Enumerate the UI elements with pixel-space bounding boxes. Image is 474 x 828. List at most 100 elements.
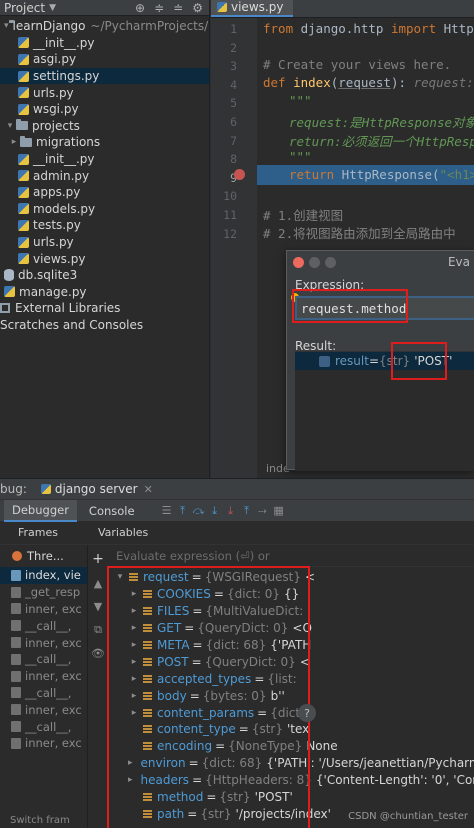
chevron-down-icon[interactable]: ▾ bbox=[4, 121, 16, 131]
variable-row[interactable]: ▾ request = {WSGIRequest} < bbox=[108, 569, 474, 586]
chevron-down-icon[interactable]: ▾ bbox=[114, 572, 126, 582]
tree-item[interactable]: db.sqlite3 bbox=[0, 267, 209, 284]
chevron-down-icon[interactable]: ▼ bbox=[49, 3, 56, 13]
frame-row[interactable]: __call__, bbox=[0, 718, 87, 735]
breakpoint-icon[interactable] bbox=[234, 169, 245, 180]
frame-row[interactable]: inner, exc bbox=[0, 601, 87, 618]
layout-icon[interactable]: ☰ bbox=[161, 504, 173, 517]
tree-item[interactable]: Scratches and Consoles bbox=[0, 317, 209, 334]
run-to-cursor-icon[interactable]: ⤑ bbox=[257, 504, 269, 517]
tree-item[interactable]: __init__.py bbox=[0, 151, 209, 168]
frame-row[interactable]: inner, exc bbox=[0, 701, 87, 718]
frame-row[interactable]: _get_resp bbox=[0, 584, 87, 601]
copy-icon[interactable]: ⧉ bbox=[94, 623, 102, 637]
step-into-my-code-icon[interactable]: ⤓ bbox=[225, 504, 237, 517]
line-gutter[interactable]: 1 2 3 4 5 6 7 8 9 10 11 12 bbox=[211, 18, 257, 478]
show-execution-point-icon[interactable]: ⤒ bbox=[177, 504, 189, 517]
chevron-right-icon[interactable]: ▸ bbox=[128, 640, 140, 650]
tree-item[interactable]: tests.py bbox=[0, 217, 209, 234]
tree-item[interactable]: ▾ projects bbox=[0, 118, 209, 135]
variable-row[interactable]: ▸ headers = {HttpHeaders: 8} {'Content-Lengt… bbox=[108, 772, 474, 789]
variable-row[interactable]: method = {str} 'POST' bbox=[108, 789, 474, 806]
tab-console[interactable]: Console bbox=[81, 500, 143, 522]
evaluate-icon[interactable]: ▦ bbox=[273, 504, 285, 517]
tab-views-py[interactable]: views.py bbox=[211, 0, 294, 17]
variable-row[interactable]: content_type = {str}'tex bbox=[108, 721, 474, 738]
variable-row[interactable]: ▸ environ = {dict: 68} {'PATH': '/Users/jean… bbox=[108, 755, 474, 772]
frame-row[interactable]: __call__, bbox=[0, 651, 87, 668]
help-icon[interactable]: ? bbox=[298, 704, 316, 722]
chevron-right-icon[interactable]: ▸ bbox=[128, 674, 140, 684]
tab-debugger[interactable]: Debugger bbox=[4, 499, 77, 522]
tree-item[interactable]: admin.py bbox=[0, 167, 209, 184]
frame-row[interactable]: inner, exc bbox=[0, 668, 87, 685]
tree-item[interactable]: ▸ migrations bbox=[0, 134, 209, 151]
tree-item[interactable]: urls.py bbox=[0, 84, 209, 101]
collapse-all-icon[interactable]: ≐ bbox=[173, 1, 183, 15]
variables-tree[interactable]: ▾ request = {WSGIRequest} < ▸ COOKIES = {dict: 0… bbox=[108, 567, 474, 822]
step-into-icon[interactable]: ⤓ bbox=[209, 504, 221, 517]
minimize-window-icon[interactable] bbox=[309, 256, 320, 268]
debug-session-tab[interactable]: django server ✕ bbox=[40, 482, 153, 496]
crosshair-icon[interactable]: ⊕ bbox=[135, 1, 145, 15]
chevron-right-icon[interactable]: ▸ bbox=[128, 708, 140, 718]
tree-item[interactable]: External Libraries bbox=[0, 300, 209, 317]
variable-row[interactable]: ▸ body = {bytes: 0} b'' bbox=[108, 687, 474, 704]
variable-row[interactable]: ▸ GET = {QueryDict: 0} <Q bbox=[108, 620, 474, 637]
frame-row[interactable]: index, vie bbox=[0, 567, 87, 584]
variable-row[interactable]: ▸ FILES = {MultiValueDict: bbox=[108, 603, 474, 620]
add-watch-icon[interactable]: + bbox=[92, 551, 104, 567]
tree-item[interactable]: settings.py bbox=[0, 67, 209, 85]
tree-item[interactable]: ▾learnDjango ~/PycharmProjects/learnD bbox=[0, 18, 209, 35]
variable-row[interactable]: encoding = {NoneType} None bbox=[108, 738, 474, 755]
chevron-right-icon[interactable]: ▸ bbox=[128, 758, 133, 768]
chevron-right-icon[interactable]: ▸ bbox=[128, 623, 140, 633]
tree-item[interactable]: urls.py bbox=[0, 234, 209, 251]
variable-row[interactable]: ▸ META = {dict: 68} {'PATH bbox=[108, 637, 474, 654]
chevron-right-icon[interactable]: ▸ bbox=[128, 775, 133, 785]
tree-item[interactable]: asgi.py bbox=[0, 51, 209, 68]
variable-value: < bbox=[305, 570, 316, 585]
chevron-right-icon[interactable]: ▸ bbox=[128, 691, 140, 701]
tree-item[interactable]: apps.py bbox=[0, 184, 209, 201]
tree-item[interactable]: __init__.py bbox=[0, 35, 209, 52]
frame-row[interactable]: inner, exc bbox=[0, 735, 87, 752]
python-file-icon bbox=[4, 286, 15, 298]
frame-row[interactable]: inner, exc bbox=[0, 634, 87, 651]
frame-row[interactable]: __call__, bbox=[0, 685, 87, 702]
chevron-right-icon[interactable]: ▸ bbox=[8, 137, 20, 147]
zoom-window-icon[interactable] bbox=[325, 256, 336, 268]
gear-icon[interactable]: ⚙ bbox=[192, 1, 203, 15]
tree-item[interactable]: views.py bbox=[0, 250, 209, 267]
expression-input[interactable]: request.method bbox=[295, 296, 474, 320]
evaluate-expression-field[interactable]: Evaluate expression (⏎) or bbox=[108, 545, 474, 567]
variable-row[interactable]: ▸ POST = {QueryDict: 0} < bbox=[108, 653, 474, 670]
project-title[interactable]: Project bbox=[4, 1, 45, 15]
chevron-down-icon[interactable]: ▾ bbox=[4, 21, 9, 31]
database-icon bbox=[4, 269, 14, 282]
move-up-icon[interactable]: ▲ bbox=[94, 577, 102, 590]
dialog-titlebar[interactable]: Eva bbox=[287, 251, 474, 273]
variable-row[interactable]: ▸ accepted_types = {list: bbox=[108, 670, 474, 687]
line-number: 8 bbox=[230, 152, 237, 167]
chevron-right-icon[interactable]: ▸ bbox=[128, 589, 140, 599]
variable-row[interactable]: ▸ content_params = {dict: bbox=[108, 704, 474, 721]
tree-item[interactable]: manage.py bbox=[0, 284, 209, 301]
close-window-icon[interactable] bbox=[293, 256, 304, 268]
tree-item[interactable]: models.py bbox=[0, 201, 209, 218]
close-icon[interactable]: ✕ bbox=[144, 483, 153, 496]
tree-item[interactable]: wsgi.py bbox=[0, 101, 209, 118]
frame-row[interactable]: __call__, bbox=[0, 617, 87, 634]
chevron-right-icon[interactable]: ▸ bbox=[128, 657, 140, 667]
expand-all-icon[interactable]: ≑ bbox=[154, 1, 164, 15]
move-down-icon[interactable]: ▼ bbox=[94, 600, 102, 613]
step-out-icon[interactable]: ⤒ bbox=[241, 504, 253, 517]
variable-row[interactable]: ▸ COOKIES = {dict: 0}{} bbox=[108, 586, 474, 603]
step-over-icon[interactable]: ⤼ bbox=[193, 504, 205, 517]
result-row[interactable]: result = {str} 'POST' bbox=[295, 352, 474, 370]
chevron-right-icon[interactable]: ▸ bbox=[128, 606, 140, 616]
result-tree[interactable]: result = {str} 'POST' bbox=[295, 351, 474, 471]
project-path: ~/PycharmProjects/learnD bbox=[90, 19, 209, 34]
view-icon[interactable]: 👁 bbox=[91, 647, 105, 660]
thread-selector[interactable]: Thre... bbox=[0, 545, 87, 567]
